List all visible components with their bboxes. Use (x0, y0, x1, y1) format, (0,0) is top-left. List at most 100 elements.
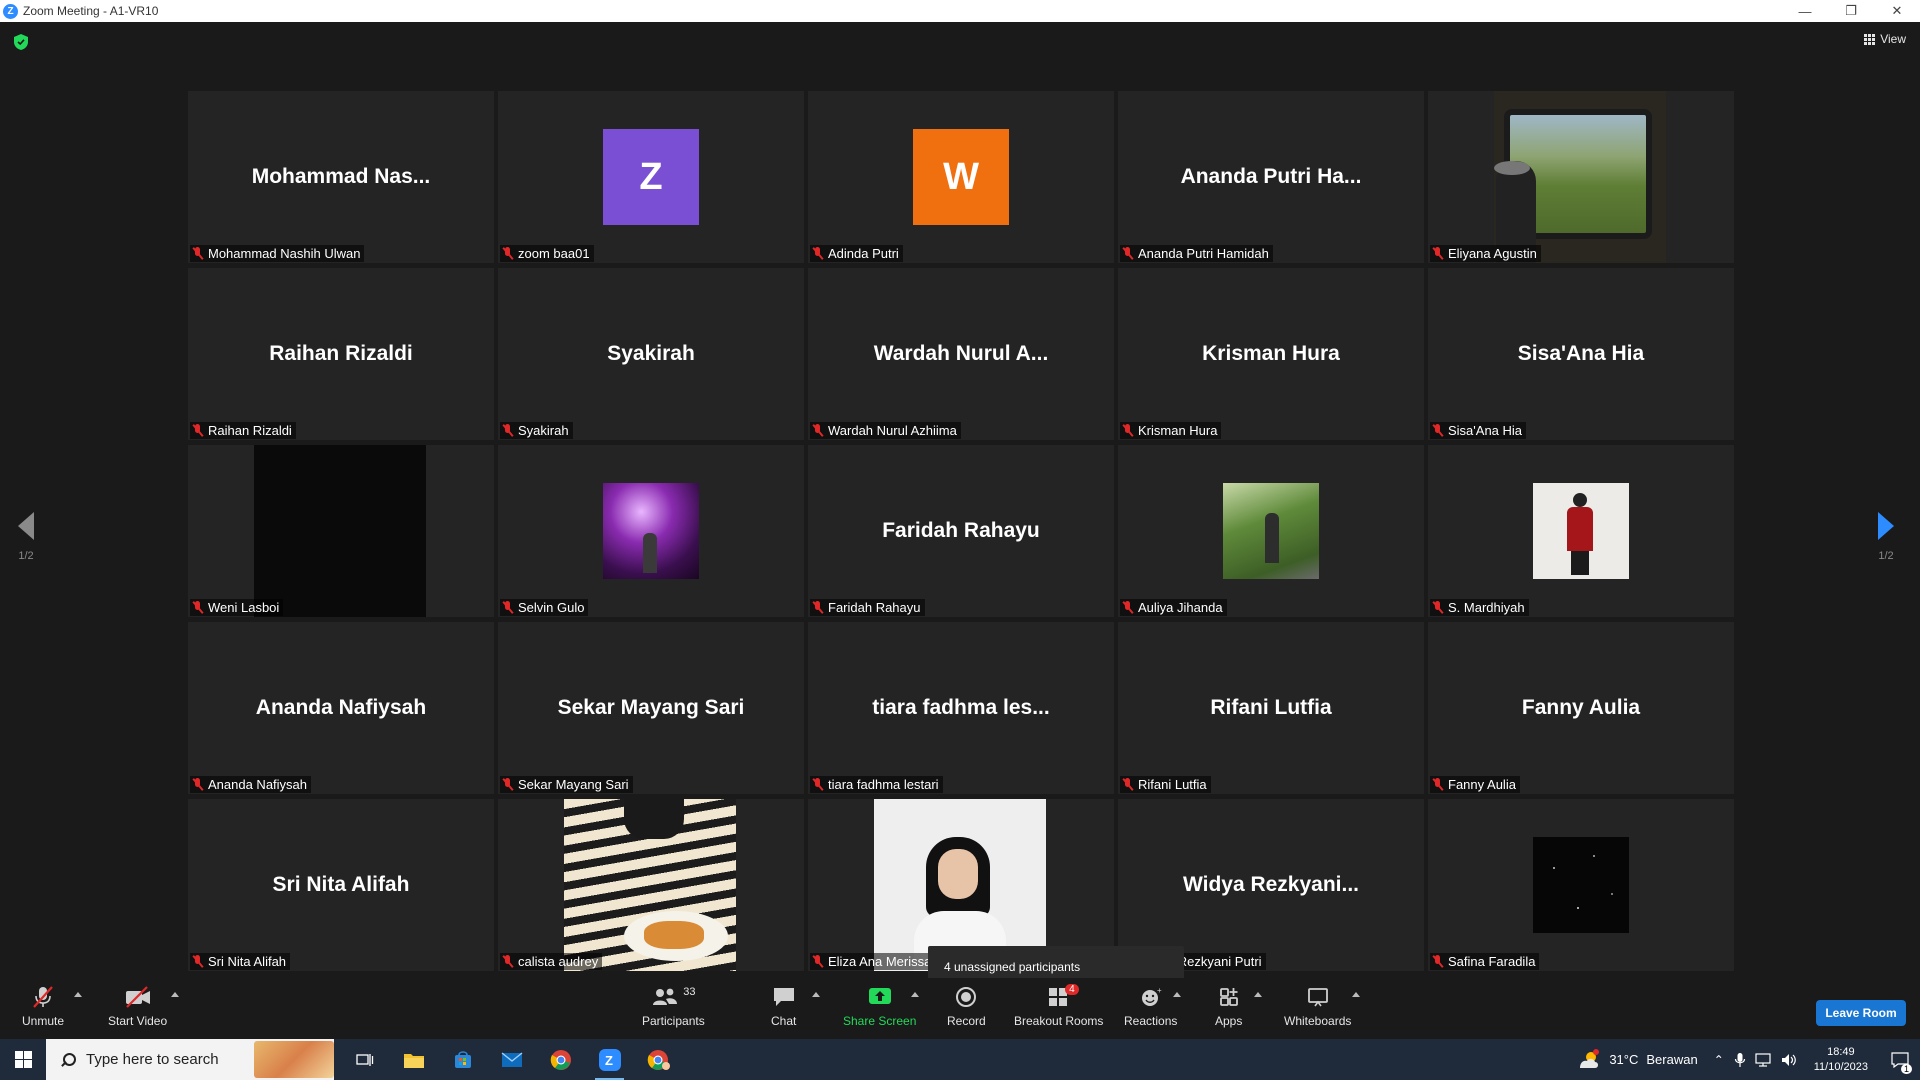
mic-muted-icon (502, 424, 514, 437)
participant-display-name: Sekar Mayang Sari (557, 696, 745, 719)
chevron-up-icon[interactable] (812, 992, 820, 997)
view-button[interactable]: View (1864, 32, 1906, 46)
participant-tile[interactable]: Weni Lasboi (188, 445, 494, 617)
weather-temp: 31°C (1609, 1052, 1639, 1067)
video-feed-image (254, 445, 426, 617)
start-video-button[interactable]: Start Video (108, 984, 167, 1028)
whiteboard-icon (1306, 984, 1330, 1010)
meeting-toolbar: Unmute Start Video 33 Participants Chat … (0, 978, 1920, 1039)
shield-icon[interactable] (14, 34, 28, 55)
participant-label: Weni Lasboi (190, 599, 284, 616)
participant-tile[interactable]: Fanny Aulia Fanny Aulia (1428, 622, 1734, 794)
breakout-rooms-label: Breakout Rooms (1014, 1014, 1104, 1028)
chevron-up-icon[interactable] (1352, 992, 1360, 997)
participant-tile[interactable]: Safina Faradila (1428, 799, 1734, 971)
arrow-left-icon (18, 512, 34, 540)
participant-display-name: Syakirah (607, 342, 695, 365)
participant-tile[interactable]: Rifani Lutfia Rifani Lutfia (1118, 622, 1424, 794)
chrome-button[interactable] (536, 1039, 585, 1080)
zoom-taskbar-button[interactable]: Z (585, 1039, 634, 1080)
video-feed-image (564, 799, 736, 971)
microphone-icon[interactable] (1734, 1052, 1746, 1068)
mail-button[interactable] (487, 1039, 536, 1080)
taskbar-search[interactable]: Type here to search (46, 1039, 334, 1080)
chrome-profile-icon (647, 1049, 670, 1070)
participant-tile[interactable]: Faridah Rahayu Faridah Rahayu (808, 445, 1114, 617)
unmute-button[interactable]: Unmute (22, 984, 64, 1028)
clock-date: 11/10/2023 (1813, 1060, 1868, 1073)
participant-label: Eliza Ana Merissa (810, 953, 936, 970)
participant-tile[interactable]: Raihan Rizaldi Raihan Rizaldi (188, 268, 494, 440)
chrome-profile-button[interactable] (634, 1039, 683, 1080)
chevron-up-icon[interactable] (74, 992, 82, 997)
record-button[interactable]: Record (947, 984, 986, 1028)
participant-tile[interactable]: Selvin Gulo (498, 445, 804, 617)
participant-tile[interactable]: Sisa'Ana Hia Sisa'Ana Hia (1428, 268, 1734, 440)
participant-tile[interactable]: Sri Nita Alifah Sri Nita Alifah (188, 799, 494, 971)
chevron-up-icon[interactable] (1254, 992, 1262, 997)
participant-tile[interactable]: S. Mardhiyah (1428, 445, 1734, 617)
network-icon[interactable] (1754, 1052, 1772, 1068)
chevron-up-icon[interactable] (911, 992, 919, 997)
chevron-up-icon[interactable] (1173, 992, 1181, 997)
participant-display-name: tiara fadhma les... (872, 696, 1050, 719)
whiteboards-button[interactable]: Whiteboards (1284, 984, 1351, 1028)
close-button[interactable]: ✕ (1874, 0, 1920, 22)
profile-photo (1223, 483, 1319, 579)
record-label: Record (947, 1014, 986, 1028)
participant-tile[interactable]: Sekar Mayang Sari Sekar Mayang Sari (498, 622, 804, 794)
share-screen-button[interactable]: Share Screen (843, 984, 916, 1028)
page-indicator-left: 1/2 (18, 550, 34, 562)
participant-tile[interactable]: calista audrey (498, 799, 804, 971)
participant-tile[interactable]: Ananda Nafiysah Ananda Nafiysah (188, 622, 494, 794)
minimize-button[interactable]: — (1782, 0, 1828, 22)
weather-widget[interactable]: 31°C Berawan (1575, 1048, 1698, 1071)
participant-tile[interactable]: Mohammad Nas... Mohammad Nashih Ulwan (188, 91, 494, 263)
file-explorer-button[interactable] (389, 1039, 438, 1080)
profile-photo (1533, 483, 1629, 579)
leave-room-button[interactable]: Leave Room (1816, 1000, 1906, 1026)
participant-tile[interactable]: Auliya Jihanda (1118, 445, 1424, 617)
previous-page-button[interactable]: 1/2 (18, 512, 34, 562)
microsoft-store-button[interactable] (438, 1039, 487, 1080)
task-view-button[interactable] (340, 1039, 389, 1080)
clock[interactable]: 18:49 11/10/2023 (1814, 1045, 1868, 1075)
reactions-button[interactable]: + Reactions (1124, 984, 1177, 1028)
mail-icon (501, 1051, 522, 1067)
participants-button[interactable]: 33 Participants (642, 984, 705, 1028)
chevron-up-icon[interactable]: ⌃ (1714, 1053, 1724, 1067)
participant-tile[interactable]: Krisman Hura Krisman Hura (1118, 268, 1424, 440)
participant-label: calista audrey (500, 953, 603, 970)
chat-icon (772, 984, 796, 1010)
volume-icon[interactable] (1780, 1052, 1798, 1068)
apps-button[interactable]: Apps (1215, 984, 1242, 1028)
restore-button[interactable]: ❐ (1828, 0, 1874, 22)
participant-label: Adinda Putri (810, 245, 903, 262)
mic-muted-icon (192, 424, 204, 437)
search-placeholder: Type here to search (86, 1051, 219, 1068)
apps-label: Apps (1215, 1014, 1243, 1028)
participant-tile[interactable]: Syakirah Syakirah (498, 268, 804, 440)
participant-tile[interactable]: Ananda Putri Ha... Ananda Putri Hamidah (1118, 91, 1424, 263)
video-feed-image (1494, 91, 1666, 263)
participant-label: Auliya Jihanda (1120, 599, 1227, 616)
start-button[interactable] (0, 1039, 46, 1080)
participant-display-name: Ananda Nafiysah (255, 696, 427, 719)
participant-tile[interactable]: Z zoom baa01 (498, 91, 804, 263)
view-label: View (1880, 32, 1906, 46)
notification-center-button[interactable]: 1 (1880, 1039, 1920, 1080)
zoom-app-icon: Z (3, 3, 18, 19)
participant-tile[interactable]: Eliyana Agustin (1428, 91, 1734, 263)
mic-muted-icon (192, 955, 204, 968)
reactions-label: Reactions (1124, 1014, 1178, 1028)
participant-tile[interactable]: W Adinda Putri (808, 91, 1114, 263)
participant-tile[interactable]: Wardah Nurul A... Wardah Nurul Azhiima (808, 268, 1114, 440)
breakout-rooms-icon: 4 (1047, 984, 1079, 1010)
chevron-up-icon[interactable] (171, 992, 179, 997)
participant-tile[interactable]: tiara fadhma les... tiara fadhma lestari (808, 622, 1114, 794)
chat-button[interactable]: Chat (771, 984, 796, 1028)
participant-label: Sisa'Ana Hia (1430, 422, 1527, 439)
search-highlight-image (254, 1041, 334, 1078)
breakout-rooms-button[interactable]: 4 Breakout Rooms (1014, 984, 1103, 1028)
next-page-button[interactable]: 1/2 (1878, 512, 1894, 562)
